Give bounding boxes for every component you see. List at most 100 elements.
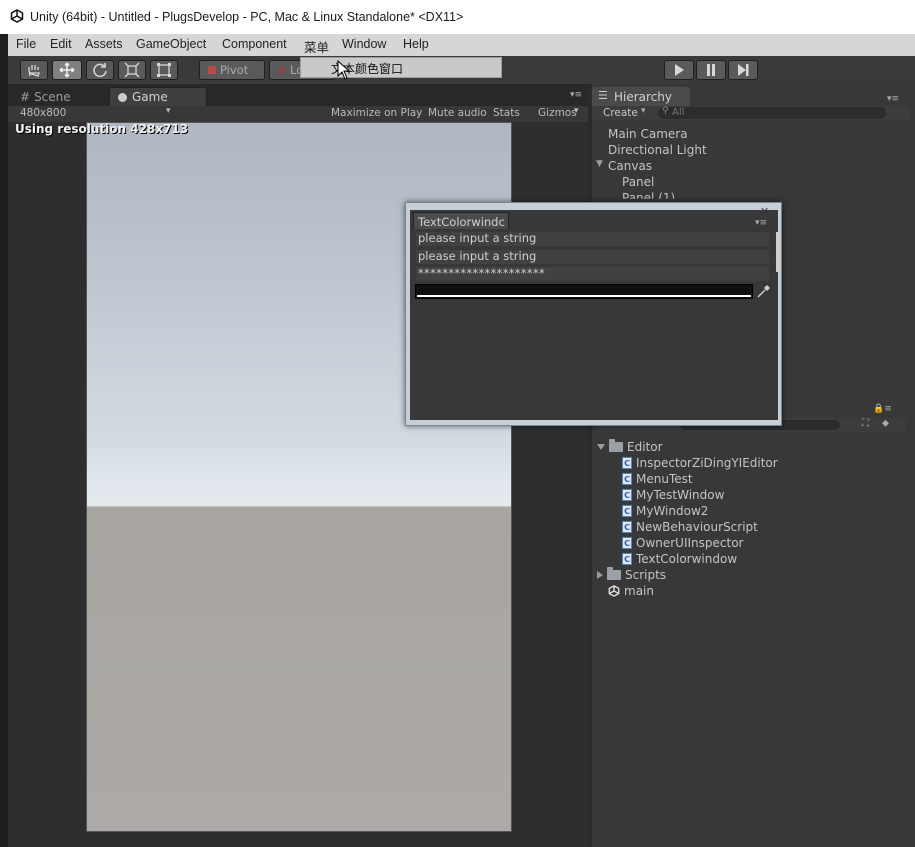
color-swatch [417,295,751,297]
hierarchy-toolbar: Create ▾ ⚲ All [592,106,910,120]
file-label: MyTestWindow [636,488,725,502]
file-label: NewBehaviourScript [636,520,758,534]
file-inspector-zidingyi-editor[interactable]: C InspectorZiDingYIEditor [622,456,778,470]
step-icon [738,64,749,76]
menu-help[interactable]: Help [403,37,429,51]
hierarchy-create-button[interactable]: Create [603,107,638,119]
folder-scripts[interactable]: Scripts [597,567,666,582]
window-title: Unity (64bit) - Untitled - PlugsDevelop … [30,10,464,24]
pause-button[interactable] [696,60,726,80]
menu-assets[interactable]: Assets [85,37,123,51]
rotate-tool-button[interactable] [86,60,114,80]
cs-script-icon: C [622,505,632,517]
project-panel [592,404,915,847]
project-lock-icon[interactable]: 🔒≡ [873,404,892,414]
scene-main[interactable]: main [608,584,654,598]
hierarchy-menu-icon[interactable]: ▾≡ [887,94,899,104]
maximize-on-play-toggle[interactable]: Maximize on Play [331,107,422,119]
pivot-button[interactable]: Pivot [199,60,265,80]
move-tool-button[interactable] [52,60,82,80]
aspect-dropdown[interactable]: 480x800 [20,107,66,119]
editor-expand-arrow-icon[interactable] [597,444,605,450]
pivot-icon [208,66,216,74]
string-input-1[interactable]: please input a string [416,232,769,246]
menu-component[interactable]: Component [222,37,287,51]
hand-tool-button[interactable] [20,60,48,80]
cs-script-icon: C [622,537,632,549]
rotate-icon [93,63,107,78]
hierarchy-item-main-camera[interactable]: Main Camera [608,127,688,141]
tab-scene-label: Scene [34,89,71,104]
file-new-behaviour-script[interactable]: C NewBehaviourScript [622,520,758,534]
left-edge [0,34,8,847]
aspect-dropdown-arrow-icon: ▾ [166,106,171,116]
filter-type-icon[interactable]: ⛶ [862,418,869,429]
tab-menu-icon[interactable]: ▾≡ [570,90,582,100]
unity-logo-icon [10,9,24,23]
string-input-2[interactable]: please input a string [416,250,769,264]
tooltip: 文本颜色窗口 [300,57,502,78]
pause-icon [707,64,715,76]
play-icon [675,64,684,76]
tab-text-color-window[interactable]: TextColorwindc [413,212,509,229]
view-tab-row: # Scene Game ▾≡ [8,84,588,106]
mute-audio-toggle[interactable]: Mute audio [428,107,487,119]
file-label: InspectorZiDingYIEditor [636,456,778,470]
gizmos-arrow-icon: ▾ [574,106,579,116]
hierarchy-search-placeholder: All [672,107,685,118]
local-icon [278,66,286,74]
hierarchy-search-input[interactable]: ⚲ All [658,106,886,119]
eyedropper-icon[interactable] [756,285,770,299]
gizmos-dropdown[interactable]: Gizmos [538,107,577,119]
tab-hierarchy[interactable]: ☰ Hierarchy [592,87,690,106]
folder-editor-label: Editor [627,440,663,454]
file-label: TextColorwindow [636,552,738,566]
tab-hierarchy-label: Hierarchy [614,90,673,104]
mouse-cursor-icon [337,60,351,80]
folder-editor[interactable]: Editor [597,439,663,454]
hierarchy-item-panel[interactable]: Panel [622,175,654,189]
menu-file[interactable]: File [16,37,36,51]
folder-icon [607,567,621,580]
menu-gameobject[interactable]: GameObject [136,37,206,51]
file-text-color-window[interactable]: C TextColorwindow [622,552,737,566]
play-button[interactable] [664,60,694,80]
tab-game-label: Game [132,90,168,104]
move-icon [59,62,75,78]
hierarchy-item-canvas[interactable]: Canvas [608,159,652,173]
file-my-test-window[interactable]: C MyTestWindow [622,488,724,502]
hierarchy-item-directional-light[interactable]: Directional Light [608,143,707,157]
hand-icon [28,65,40,77]
file-label: OwnerUIInspector [636,536,744,550]
cs-script-icon: C [622,521,632,533]
title-bar: Unity (64bit) - Untitled - PlugsDevelop … [0,0,915,34]
folder-icon [609,439,623,452]
pivot-label: Pivot [220,63,249,77]
menu-custom[interactable]: 菜单 [304,37,329,56]
filter-label-icon[interactable]: ⬥ [882,418,889,429]
password-input[interactable]: ********************* [416,267,769,281]
rect-icon [157,63,171,77]
resolution-label: Using resolution 428x713 [15,122,189,136]
stats-toggle[interactable]: Stats [493,107,520,119]
menu-window[interactable]: Window [342,37,386,51]
menu-edit[interactable]: Edit [50,37,72,51]
file-my-window2[interactable]: C MyWindow2 [622,504,708,518]
tab-scene[interactable]: # Scene [12,87,108,106]
file-menu-test[interactable]: C MenuTest [622,472,693,486]
create-arrow-icon: ▾ [641,106,646,116]
step-button[interactable] [728,60,758,80]
tab-game[interactable]: Game [109,87,207,106]
window-scrollbar[interactable] [776,232,780,272]
scale-tool-button[interactable] [118,60,146,80]
cs-script-icon: C [622,553,632,565]
scene-main-label: main [624,584,654,598]
window-menu-icon[interactable]: ▾≡ [755,218,767,228]
scripts-expand-arrow-icon[interactable] [597,571,603,579]
file-label: MyWindow2 [636,504,709,518]
rect-tool-button[interactable] [150,60,178,80]
search-icon: ⚲ [662,106,669,116]
scene-icon: # [20,89,31,104]
file-owner-ui-inspector[interactable]: C OwnerUIInspector [622,536,743,550]
canvas-expand-arrow-icon[interactable]: ▼ [596,159,603,169]
